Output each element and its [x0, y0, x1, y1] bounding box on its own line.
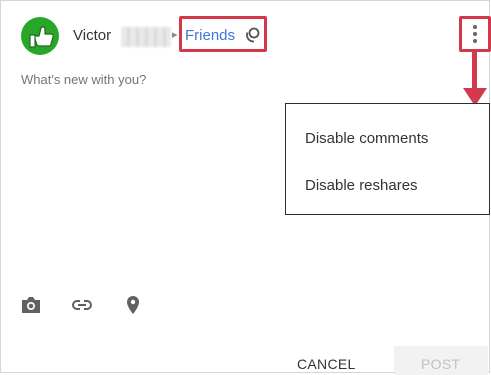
avatar[interactable] [21, 17, 59, 55]
author-name: Victor [73, 27, 112, 44]
menu-item-disable-comments[interactable]: Disable comments [305, 130, 428, 147]
options-menu: Disable comments Disable reshares [285, 103, 490, 215]
location-pin-icon[interactable] [122, 294, 144, 316]
post-button[interactable]: POST [421, 356, 460, 372]
link-icon[interactable] [71, 294, 93, 316]
audience-selector[interactable]: Friends [185, 27, 235, 44]
redacted-surname [121, 27, 171, 47]
menu-item-disable-reshares[interactable]: Disable reshares [305, 177, 418, 194]
thumbs-up-icon [29, 26, 54, 48]
circles-icon[interactable] [243, 26, 261, 44]
annotation-arrow-icon [463, 52, 487, 106]
compose-input[interactable] [21, 72, 271, 87]
share-box: Victor ▸ Friends Disable comments Disabl… [0, 0, 491, 375]
audience-separator-icon: ▸ [172, 29, 178, 41]
cancel-button[interactable]: CANCEL [297, 356, 356, 372]
camera-icon[interactable] [20, 294, 42, 316]
more-vert-icon[interactable] [468, 24, 482, 44]
